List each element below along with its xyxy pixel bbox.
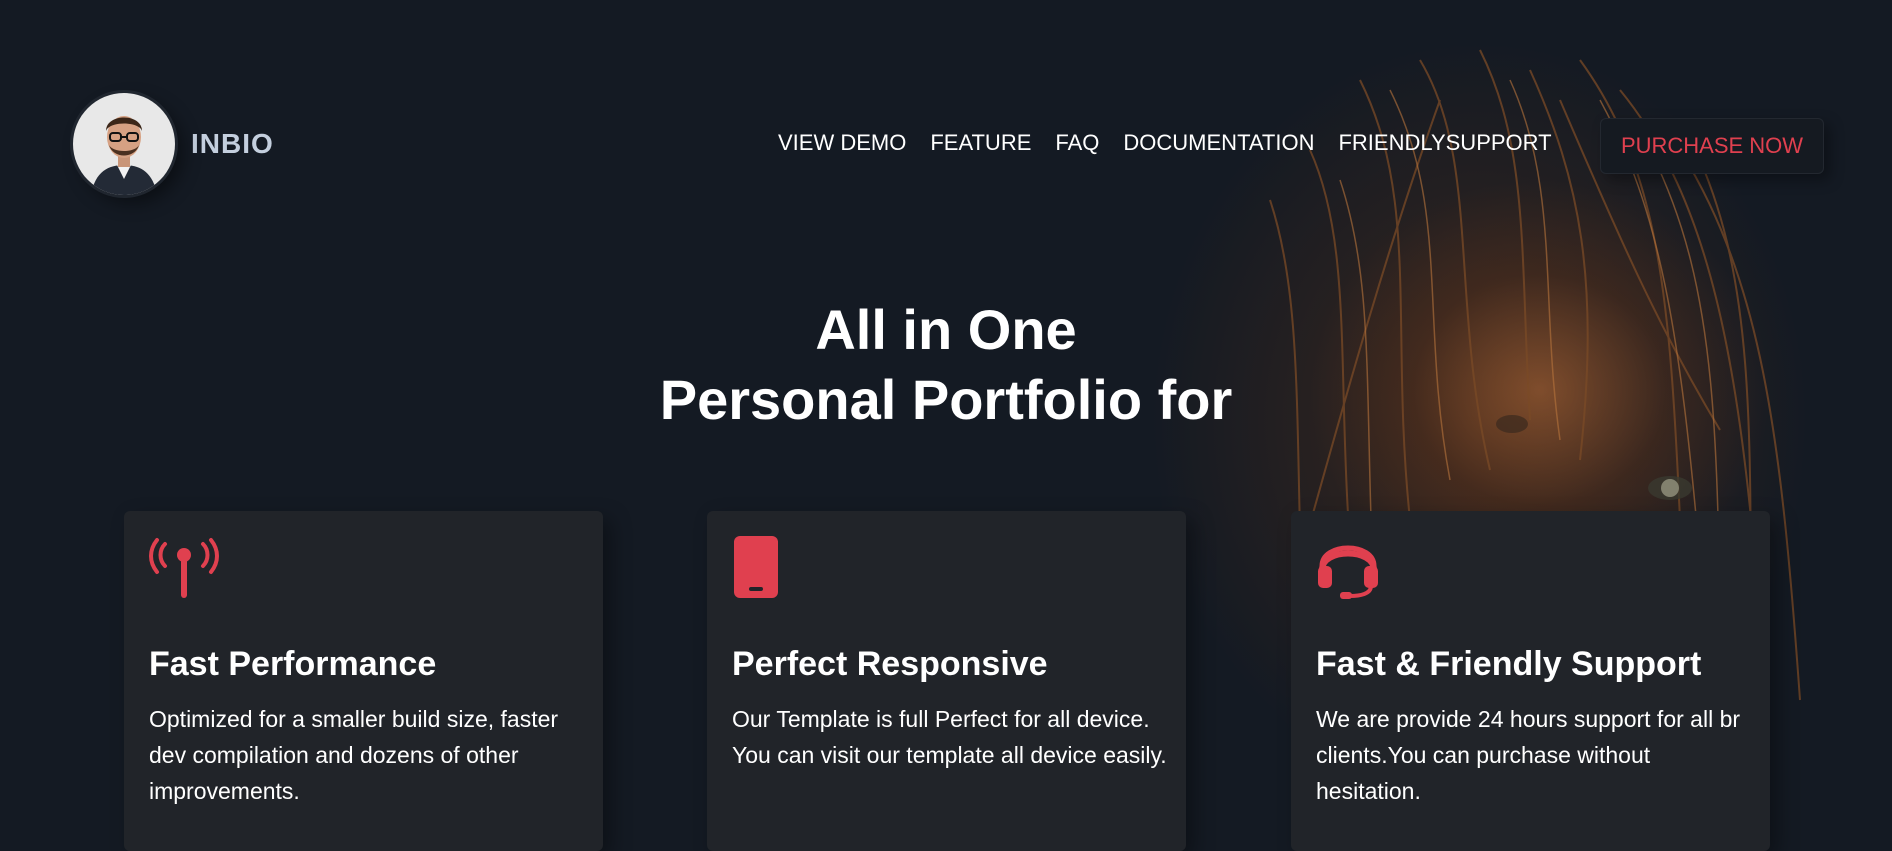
brand-name: INBIO [191,128,274,159]
headset-icon [1316,536,1386,600]
feature-card-support: Fast & Friendly Support We are provide 2… [1291,511,1770,851]
avatar [73,93,175,195]
card-description: Our Template is full Perfect for all dev… [732,706,1167,768]
hero-title-line-1: All in One [815,298,1077,361]
hero-title-line-2: Personal Portfolio for [659,368,1233,431]
main-nav: VIEW DEMO FEATURE FAQ DOCUMENTATION FRIE… [778,130,1552,156]
mobile-device-icon [732,536,802,600]
nav-friendly-support[interactable]: FRIENDLYSUPPORT [1338,130,1551,156]
hero-title: All in One Personal Portfolio for [0,295,1892,435]
card-description: We are provide 24 hours support for all … [1316,706,1741,804]
feature-card-responsive: Perfect Responsive Our Template is full … [707,511,1186,851]
antenna-icon [149,536,219,600]
nav-feature[interactable]: FEATURE [930,130,1031,156]
nav-view-demo[interactable]: VIEW DEMO [778,130,906,156]
purchase-now-button[interactable]: PURCHASE NOW [1600,118,1824,174]
feature-card-performance: Fast Performance Optimized for a smaller… [124,511,603,851]
card-description: Optimized for a smaller build size, fast… [149,706,559,804]
card-title: Fast & Friendly Support [1316,645,1702,683]
nav-documentation[interactable]: DOCUMENTATION [1123,130,1314,156]
card-title: Fast Performance [149,645,437,683]
card-title: Perfect Responsive [732,645,1048,683]
logo[interactable]: INBIO [73,93,274,195]
nav-faq[interactable]: FAQ [1055,130,1099,156]
